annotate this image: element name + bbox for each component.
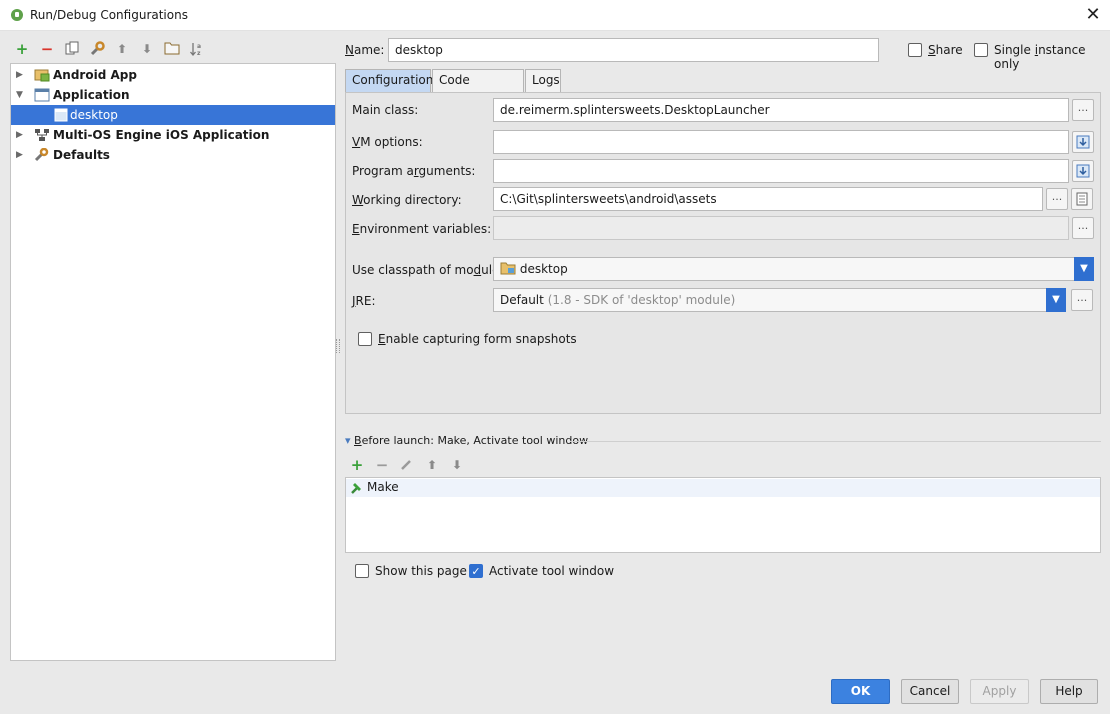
- jre-detail: (1.8 - SDK of 'desktop' module): [547, 293, 736, 307]
- tree-item-label: Android App: [53, 68, 137, 82]
- cancel-button[interactable]: Cancel: [901, 679, 959, 704]
- svg-text:a: a: [197, 43, 201, 50]
- vm-options-label: VM options:: [352, 135, 423, 149]
- title-bar: Run/Debug Configurations ✕: [0, 0, 1110, 31]
- splitter-handle[interactable]: [336, 339, 340, 353]
- move-up-icon[interactable]: ⬆: [114, 41, 130, 57]
- application-icon: [34, 88, 50, 102]
- add-icon[interactable]: +: [14, 41, 30, 57]
- android-app-icon: [34, 69, 50, 82]
- jre-select[interactable]: Default (1.8 - SDK of 'desktop' module) …: [493, 288, 1066, 312]
- environment-variables-label: Environment variables:: [352, 222, 492, 236]
- single-instance-checkbox[interactable]: [974, 43, 988, 57]
- task-label: Make: [367, 480, 399, 494]
- environment-variables-input[interactable]: [493, 216, 1069, 240]
- edit-environment-variables-button[interactable]: ...: [1072, 217, 1094, 239]
- classpath-module-label: Use classpath of module:: [352, 263, 504, 277]
- list-item[interactable]: Make: [346, 479, 1100, 497]
- tree-item-label: Multi-OS Engine iOS Application: [53, 128, 270, 142]
- tree-item-label: Application: [53, 88, 130, 102]
- vm-options-input[interactable]: [493, 130, 1069, 154]
- name-input[interactable]: desktop: [388, 38, 879, 62]
- tab-logs[interactable]: Logs: [525, 69, 561, 92]
- multi-os-engine-icon: [35, 129, 49, 141]
- share-label: Share: [928, 43, 963, 57]
- expand-arrow-icon[interactable]: ▶: [16, 65, 26, 85]
- enable-capturing-checkbox[interactable]: [358, 332, 372, 346]
- ok-button[interactable]: OK: [831, 679, 890, 704]
- add-icon[interactable]: +: [349, 457, 365, 473]
- classpath-module-value: desktop: [519, 262, 568, 276]
- help-button[interactable]: Help: [1040, 679, 1098, 704]
- before-launch-divider: [570, 441, 1101, 442]
- configurations-tree[interactable]: ▶ Android App ▼ Application desktop ▶ Mu…: [10, 63, 336, 661]
- tab-code-coverage[interactable]: Code Coverage: [432, 69, 524, 108]
- window-title: Run/Debug Configurations: [30, 8, 188, 22]
- tree-item-android-app[interactable]: ▶ Android App: [11, 65, 335, 85]
- move-up-icon[interactable]: ⬆: [424, 457, 440, 473]
- show-this-page-label: Show this page: [375, 564, 467, 578]
- remove-icon[interactable]: −: [39, 41, 55, 57]
- remove-icon[interactable]: −: [374, 457, 390, 473]
- working-directory-input[interactable]: C:\Git\splintersweets\android\assets: [493, 187, 1043, 211]
- sort-icon[interactable]: az: [189, 41, 205, 57]
- enable-capturing-label: Enable capturing form snapshots: [378, 332, 577, 346]
- browse-working-directory-button[interactable]: ...: [1046, 188, 1068, 210]
- show-this-page-checkbox[interactable]: [355, 564, 369, 578]
- hammer-icon: [351, 483, 361, 494]
- working-directory-label: Working directory:: [352, 193, 462, 207]
- before-launch-list[interactable]: Make: [345, 477, 1101, 553]
- expand-arrow-icon[interactable]: ▶: [16, 125, 26, 145]
- main-class-input[interactable]: de.reimerm.splintersweets.DesktopLaunche…: [493, 98, 1069, 122]
- main-class-label: Main class:: [352, 103, 419, 117]
- move-down-icon[interactable]: ⬇: [449, 457, 465, 473]
- program-arguments-label: Program arguments:: [352, 164, 476, 178]
- close-window-button[interactable]: ✕: [1082, 3, 1104, 27]
- move-down-icon[interactable]: ⬇: [139, 41, 155, 57]
- module-folder-icon: [500, 262, 516, 275]
- tree-item-defaults[interactable]: ▶ Defaults: [11, 145, 335, 165]
- folder-icon[interactable]: [164, 41, 180, 57]
- collapse-arrow-icon[interactable]: ▼: [16, 85, 26, 105]
- defaults-wrench-icon: [34, 148, 49, 162]
- collapse-arrow-icon[interactable]: ▾: [345, 434, 351, 447]
- expand-program-arguments-icon[interactable]: [1072, 160, 1094, 182]
- activate-tool-window-checkbox[interactable]: ✓: [469, 564, 483, 578]
- tree-item-application[interactable]: ▼ Application: [11, 85, 335, 105]
- application-config-icon: [54, 108, 68, 122]
- wrench-icon[interactable]: [89, 41, 105, 57]
- tree-item-label: Defaults: [53, 148, 110, 162]
- edit-icon[interactable]: [399, 457, 415, 473]
- tree-item-label: desktop: [70, 108, 118, 122]
- dropdown-arrow-icon[interactable]: ▼: [1046, 288, 1066, 312]
- expand-vm-options-icon[interactable]: [1072, 131, 1094, 153]
- jre-value: Default: [500, 293, 544, 307]
- android-studio-icon: [11, 9, 23, 21]
- dropdown-arrow-icon[interactable]: ▼: [1074, 257, 1094, 281]
- browse-main-class-button[interactable]: ...: [1072, 99, 1094, 121]
- activate-tool-window-label: Activate tool window: [489, 564, 615, 578]
- dialog-body: + − ⬆ ⬇ az ▶ Android App ▼ Application d…: [0, 31, 1110, 714]
- apply-button[interactable]: Apply: [970, 679, 1029, 704]
- tab-configuration[interactable]: Configuration: [345, 69, 433, 92]
- share-checkbox[interactable]: [908, 43, 922, 57]
- expand-arrow-icon[interactable]: ▶: [16, 145, 26, 165]
- jre-label: JRE:: [352, 294, 376, 308]
- svg-text:z: z: [197, 50, 201, 57]
- copy-icon[interactable]: [64, 41, 80, 57]
- browse-jre-button[interactable]: ...: [1071, 289, 1093, 311]
- single-instance-label: Single instance only: [994, 43, 1086, 71]
- tree-item-desktop[interactable]: desktop: [11, 105, 335, 125]
- before-launch-title[interactable]: ▾ Before launch: Make, Activate tool win…: [345, 434, 588, 447]
- name-label: Name:: [345, 43, 385, 57]
- program-arguments-input[interactable]: [493, 159, 1069, 183]
- tree-item-multi-os-engine[interactable]: ▶ Multi-OS Engine iOS Application: [11, 125, 335, 145]
- classpath-module-select[interactable]: desktop ▼: [493, 257, 1094, 281]
- insert-macro-icon[interactable]: [1071, 188, 1093, 210]
